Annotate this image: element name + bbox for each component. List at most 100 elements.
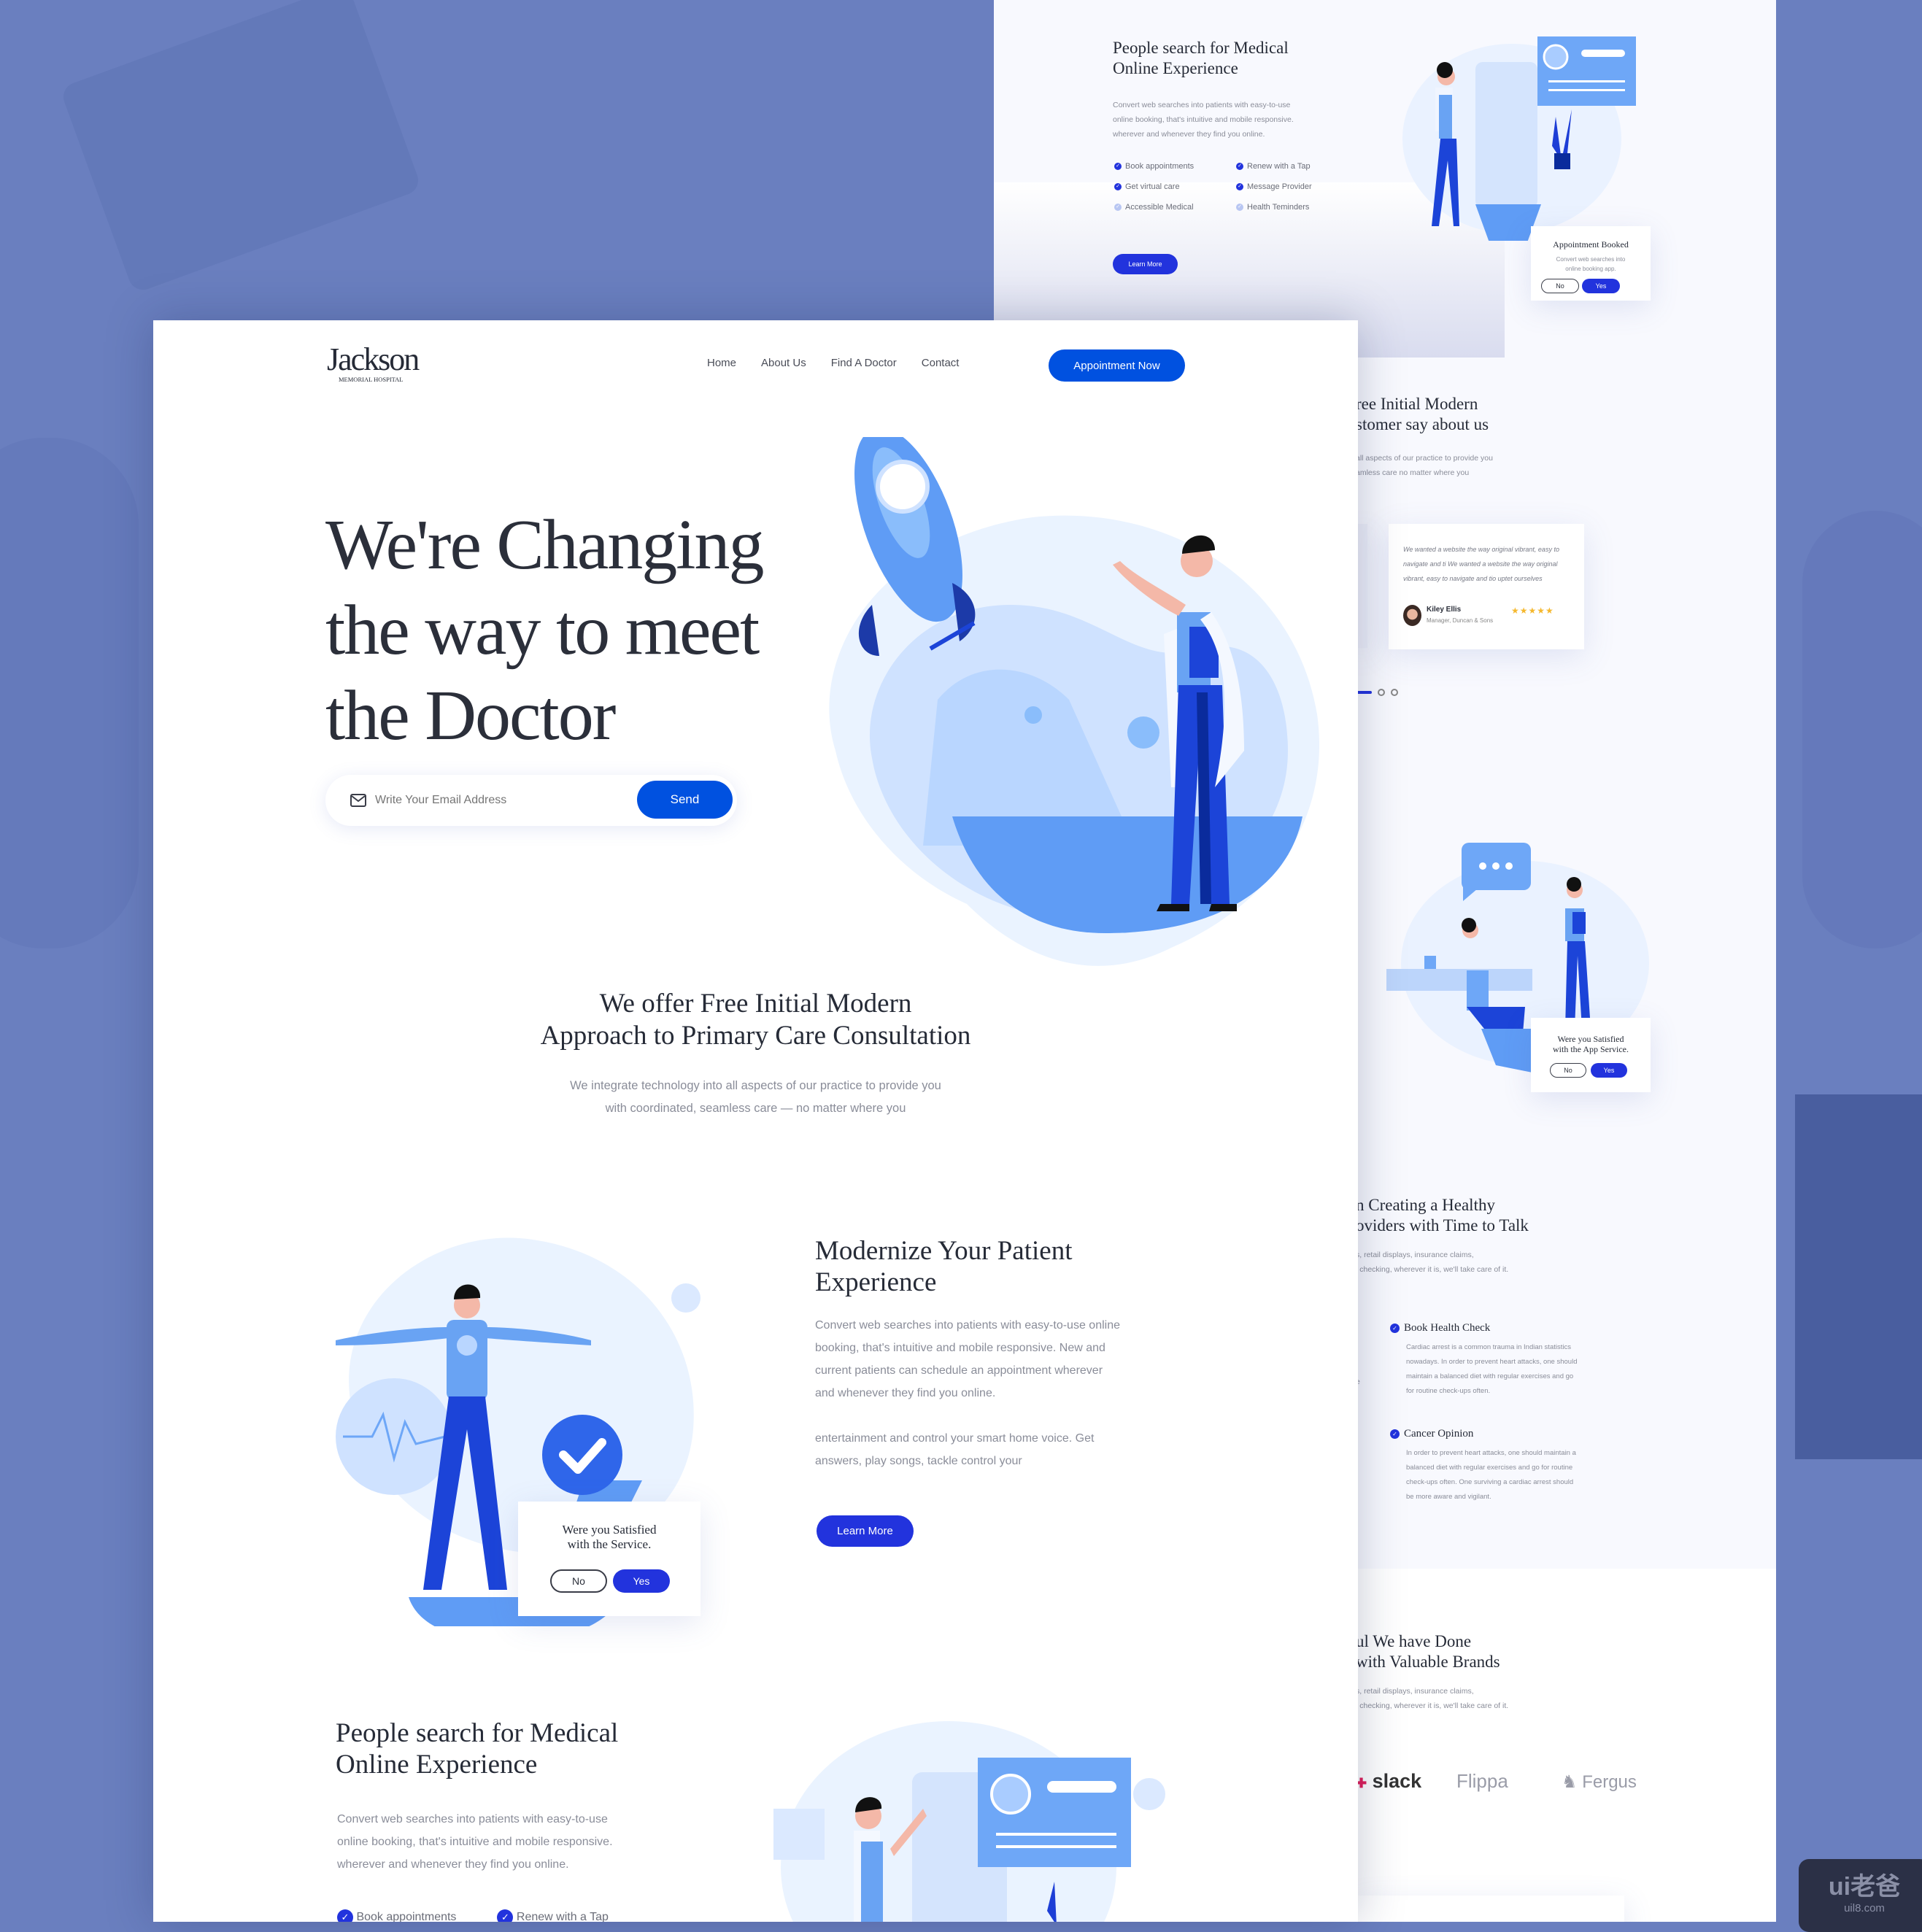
send-button[interactable]: Send	[637, 781, 733, 819]
bottom-card	[1356, 1896, 1624, 1922]
text-line: s, retail displays, insurance claims,	[1356, 1251, 1474, 1259]
title-line: We offer Free Initial Modern	[599, 989, 912, 1019]
check-icon: ✓	[337, 1909, 353, 1922]
title-line: ul We have Done	[1356, 1632, 1472, 1650]
title-line: Online Experience	[1113, 59, 1238, 77]
background-shape	[1802, 511, 1922, 948]
text-line: and whenever they find you online.	[815, 1387, 996, 1399]
text-line: We integrate technology into all aspects…	[570, 1079, 941, 1092]
brand-logo-fergus: ♞ Fergus	[1562, 1771, 1637, 1793]
title-line: Online Experience	[336, 1750, 538, 1780]
check-icon: ✓	[497, 1909, 514, 1922]
yes-button[interactable]: Yes	[1582, 279, 1620, 293]
appointment-booked-dialog: Appointment Booked Convert web searches …	[1531, 226, 1651, 301]
check-icon: ✓	[1390, 1429, 1400, 1440]
check-icon: ✓	[1114, 183, 1122, 191]
text-line: for routine check-ups often.	[1406, 1387, 1491, 1395]
brand-name: Fergus	[1582, 1772, 1637, 1792]
check-item: ✓ Message Provider	[1236, 182, 1358, 191]
text-line: be more aware and vigilant.	[1406, 1493, 1491, 1501]
feature-checklist: ✓ Book appointments ✓ Renew with a Tap ✓ Get …	[1114, 162, 1355, 212]
check-label: Get virtual care	[1125, 182, 1180, 191]
testimonials-text: all aspects of our practice to provide y…	[1356, 451, 1493, 480]
title-line: ree Initial Modern	[1356, 395, 1478, 413]
check-item: ✓ Get virtual care	[1114, 182, 1236, 191]
nav-link-contact[interactable]: Contact	[922, 357, 960, 369]
quote-line: We wanted a website the way original vib…	[1403, 546, 1559, 553]
healthy-title: n Creating a Healthy oviders with Time t…	[1356, 1195, 1529, 1236]
title-line: with Valuable Brands	[1356, 1653, 1500, 1671]
brand-name: slack	[1372, 1770, 1422, 1792]
text-line: Cardiac arrest is a common trauma in Ind…	[1406, 1343, 1571, 1351]
no-button[interactable]: No	[1541, 279, 1579, 293]
title-line: with the App Service.	[1553, 1044, 1629, 1054]
yes-button[interactable]: Yes	[1591, 1063, 1627, 1078]
testimonial-card: We wanted a website the way original vib…	[1389, 524, 1584, 649]
doctor-phone-illustration	[773, 1721, 1165, 1922]
carousel-dot[interactable]	[1391, 689, 1398, 696]
learn-more-button[interactable]: Learn More	[1113, 254, 1178, 274]
brand-logo-flippa: Flippa	[1456, 1770, 1508, 1792]
section-title: People search for Medical Online Experie…	[1113, 38, 1289, 79]
check-icon: ✓	[1390, 1324, 1400, 1334]
star-rating: ★★★★★	[1511, 606, 1554, 616]
no-button[interactable]: No	[1550, 1063, 1586, 1078]
carousel-dot[interactable]	[1378, 689, 1385, 696]
testimonials-title: ree Initial Modern stomer say about us	[1356, 394, 1489, 435]
background-shape	[0, 438, 139, 948]
title-line: Approach to Primary Care Consultation	[540, 1021, 971, 1051]
brands-text: s, retail displays, insurance claims, l …	[1356, 1684, 1508, 1713]
text-line: online booking, that's intuitive and mob…	[1113, 115, 1294, 124]
title-line: the Doctor	[325, 676, 616, 755]
check-item: ✓ Renew with a Tap	[497, 1909, 609, 1922]
offer-title: We offer Free Initial Modern Approach to…	[153, 988, 1358, 1052]
text-line: wherever and whenever they find you onli…	[337, 1858, 569, 1871]
watermark-url: uil8.com	[1844, 1902, 1885, 1914]
check-icon: ✓	[1236, 163, 1243, 171]
title-line: We're Changing	[325, 506, 765, 584]
text-line: online booking, that's intuitive and mob…	[337, 1836, 613, 1848]
check-label: Message Provider	[1247, 182, 1312, 191]
nav-link-home[interactable]: Home	[707, 357, 736, 369]
dialog-title: Were you Satisfied with the App Service.	[1531, 1034, 1651, 1054]
check-label: Book appointments	[356, 1911, 457, 1922]
dialog-text: Convert web searches into online booking…	[1531, 255, 1651, 274]
title-line: n Creating a Healthy	[1356, 1196, 1495, 1214]
health-services-list: ✓ Book Health Check Cardiac arrest is a co…	[1390, 1322, 1647, 1534]
check-icon: ✓	[1236, 183, 1243, 191]
check-label: Book appointments	[1125, 162, 1195, 171]
check-label: Accessible Medical	[1125, 203, 1194, 212]
healthy-text: s, retail displays, insurance claims, l …	[1356, 1248, 1508, 1277]
people-title: People search for Medical Online Experie…	[336, 1717, 618, 1780]
text-line: nowadays. In order to prevent heart atta…	[1406, 1358, 1578, 1366]
author-name: Kiley Ellis	[1427, 606, 1462, 614]
text-line: balanced diet with regular exercises and…	[1406, 1464, 1573, 1472]
nav-link-find-a-doctor[interactable]: Find A Doctor	[831, 357, 897, 369]
hero-title: We're Changing the way to meet the Docto…	[325, 503, 765, 759]
text-line: In order to prevent heart attacks, one s…	[1406, 1449, 1576, 1457]
learn-more-button[interactable]: Learn More	[817, 1515, 914, 1547]
text-line: s, retail displays, insurance claims,	[1356, 1687, 1474, 1696]
email-input[interactable]	[375, 789, 623, 811]
landing-page: Jackson MEMORIAL HOSPITAL Home About Us Fi…	[153, 320, 1358, 1922]
appointment-now-button[interactable]: Appointment Now	[1049, 349, 1185, 382]
logo[interactable]: Jackson MEMORIAL HOSPITAL	[327, 341, 420, 384]
text-line: online booking app.	[1565, 266, 1616, 272]
testimonial-quote: We wanted a website the way original vib…	[1403, 542, 1559, 586]
mail-icon	[350, 794, 366, 807]
check-label: Renew with a Tap	[516, 1911, 609, 1922]
check-item: ✓ Health Teminders	[1236, 203, 1358, 212]
brand-logo-slack: ✚ slack	[1356, 1770, 1421, 1793]
check-item: ✓ Book appointments	[337, 1909, 456, 1922]
carousel-dot-active[interactable]	[1356, 691, 1372, 694]
title-line: Were you Satisfied	[562, 1523, 657, 1537]
text-line: booking, that's intuitive and mobile res…	[815, 1342, 1105, 1354]
dialog-title: Appointment Booked	[1553, 239, 1629, 250]
text-line: answers, play songs, tackle control your	[815, 1455, 1022, 1467]
logo-name: Jackson	[327, 341, 420, 377]
yes-button[interactable]: Yes	[613, 1569, 670, 1593]
no-button[interactable]: No	[550, 1569, 607, 1593]
health-service-item: ✓ Book Health Check Cardiac arrest is a co…	[1390, 1322, 1647, 1399]
nav-link-about-us[interactable]: About Us	[761, 357, 806, 369]
